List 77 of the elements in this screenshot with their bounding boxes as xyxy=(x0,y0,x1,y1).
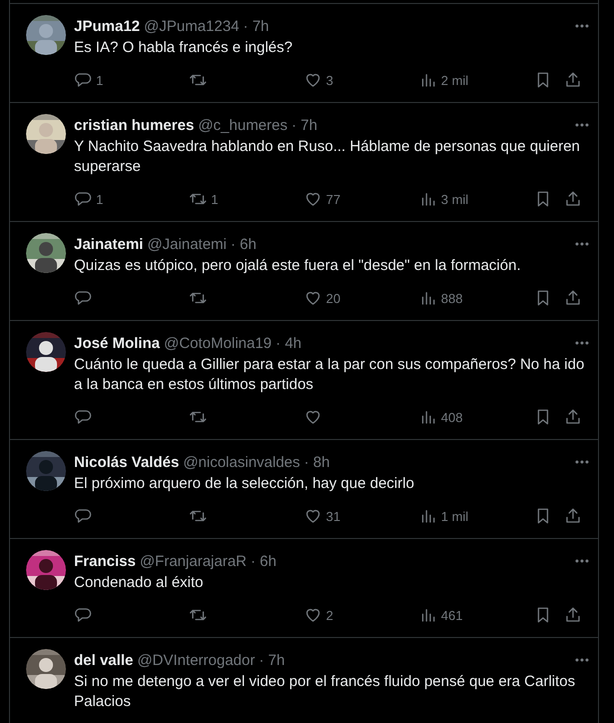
reply-icon xyxy=(74,507,92,525)
reply-icon xyxy=(74,606,92,624)
share-button[interactable] xyxy=(564,606,582,624)
heart-icon xyxy=(304,408,322,426)
post-time[interactable]: · 4h xyxy=(276,334,302,352)
reply-button[interactable] xyxy=(74,606,92,624)
user-name[interactable]: Nicolás Valdés xyxy=(74,454,180,470)
share-icon xyxy=(564,408,582,426)
reply-icon xyxy=(74,289,92,307)
views-button[interactable]: 888 xyxy=(419,289,463,307)
views-button[interactable]: 2 mil xyxy=(419,71,468,89)
user-handle[interactable]: @DVInterrogador xyxy=(137,652,255,668)
post-time[interactable]: · 6h xyxy=(250,552,276,570)
reply-icon xyxy=(74,408,92,426)
repost-button[interactable]: 1 xyxy=(189,190,218,208)
user-name[interactable]: Franciss xyxy=(74,552,136,570)
views-icon xyxy=(419,408,437,426)
share-button[interactable] xyxy=(564,190,582,208)
views-icon xyxy=(419,190,437,208)
reply-button[interactable]: 1 xyxy=(74,190,104,208)
heart-icon xyxy=(304,606,322,624)
share-button[interactable] xyxy=(564,408,582,426)
share-icon xyxy=(564,507,582,525)
reply-text: Es IA? O habla francés e inglés? xyxy=(74,38,294,58)
user-handle[interactable]: @FranjarajaraR xyxy=(140,552,247,570)
user-handle[interactable]: @JPuma1234 xyxy=(144,18,240,34)
user-handle[interactable]: @Jainatemi xyxy=(147,236,227,252)
views-button[interactable]: 3 mil xyxy=(419,190,468,208)
user-name[interactable]: del valle xyxy=(74,652,134,668)
reply-text: Si no me detengo a ver el video por el francés fluido pensé que era Carlitos Palacios xyxy=(74,672,576,712)
post-time[interactable]: · 7h xyxy=(243,18,270,34)
share-button[interactable] xyxy=(564,507,582,525)
reply-button[interactable] xyxy=(74,507,92,525)
reply-text: El próximo arquero de la selección, hay que decirlo xyxy=(74,474,416,494)
views-button[interactable]: 408 xyxy=(419,408,463,426)
reply-text: Quizas es utópico, pero ojalá este fuera el "desde" en la formación. xyxy=(74,256,522,276)
like-button[interactable]: 20 xyxy=(304,289,340,307)
like-button[interactable]: 31 xyxy=(304,507,340,525)
views-button[interactable]: 461 xyxy=(419,606,463,624)
views-button[interactable]: 1 mil xyxy=(419,507,468,525)
reply-icon xyxy=(74,190,92,208)
like-button[interactable]: 2 xyxy=(304,606,334,624)
views-icon xyxy=(419,71,437,89)
user-handle[interactable]: @c_humeres xyxy=(198,116,288,134)
views-icon xyxy=(419,289,437,307)
share-button[interactable] xyxy=(564,289,582,307)
post-time[interactable]: · 8h xyxy=(304,454,330,470)
reply-text: Cuánto le queda a Gillier para estar a la par con sus compañeros? No ha ido a la banca en estos últimos partidos xyxy=(74,355,586,395)
views-icon xyxy=(419,606,437,624)
reply-button[interactable]: 1 xyxy=(74,71,104,89)
user-name[interactable]: Jainatemi xyxy=(74,236,144,252)
share-icon xyxy=(564,71,582,89)
reply-text: Y Nachito Saavedra hablando en Ruso... Háblame de personas que quieren superarse xyxy=(74,137,581,177)
like-button[interactable]: 77 xyxy=(304,190,340,208)
user-name[interactable]: cristian humeres xyxy=(74,116,194,134)
post-time[interactable]: · 6h xyxy=(230,236,256,252)
user-handle[interactable]: @CotoMolina19 xyxy=(164,334,272,352)
views-icon xyxy=(419,507,437,525)
share-icon xyxy=(564,190,582,208)
reply-button[interactable] xyxy=(74,408,92,426)
user-name[interactable]: JPuma12 xyxy=(74,18,140,34)
heart-icon xyxy=(304,71,322,89)
reply-text: Condenado al éxito xyxy=(74,573,204,593)
heart-icon xyxy=(304,289,322,307)
share-button[interactable] xyxy=(564,71,582,89)
user-name[interactable]: José Molina xyxy=(74,334,160,352)
user-handle[interactable]: @nicolasinvaldes xyxy=(183,454,300,470)
share-icon xyxy=(564,606,582,624)
like-button[interactable]: 3 xyxy=(304,71,334,89)
post-time[interactable]: · 7h xyxy=(258,652,285,668)
share-icon xyxy=(564,289,582,307)
heart-icon xyxy=(304,190,322,208)
heart-icon xyxy=(304,507,322,525)
post-time[interactable]: · 7h xyxy=(292,116,318,134)
like-button[interactable] xyxy=(304,408,322,426)
reply-button[interactable] xyxy=(74,289,92,307)
reply-icon xyxy=(74,71,92,89)
